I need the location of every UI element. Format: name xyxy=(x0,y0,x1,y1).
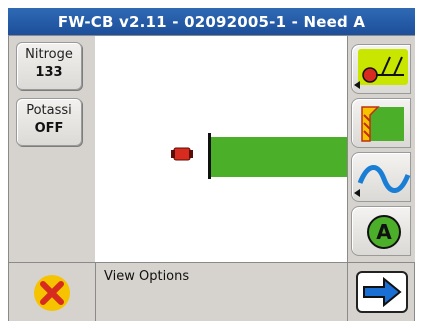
nitrogen-label: Nitroge xyxy=(25,47,73,62)
title-bar: FW-CB v2.11 - 02092005-1 - Need A xyxy=(8,8,415,35)
coverage-area xyxy=(211,137,347,177)
nitrogen-rate-button[interactable]: Nitroge 133 xyxy=(16,42,82,90)
status-text: View Options xyxy=(104,269,190,284)
a-button-icon: A xyxy=(367,215,401,249)
map-canvas xyxy=(171,133,347,179)
implement-bar xyxy=(208,133,211,179)
implement-settings-button[interactable] xyxy=(351,44,411,94)
potassium-rate-button[interactable]: Potassi OFF xyxy=(16,98,82,146)
field-boundary-button[interactable] xyxy=(351,98,411,148)
main-body: Nitroge 133 Potassi OFF A View Options xyxy=(8,35,415,321)
a-line-button[interactable]: A xyxy=(351,206,411,256)
bottom-bar: View Options xyxy=(9,262,414,321)
nitrogen-value: 133 xyxy=(35,65,63,80)
vehicle-icon xyxy=(171,147,193,161)
arrow-right-icon xyxy=(363,276,402,308)
potassium-label: Potassi xyxy=(26,103,72,118)
svg-text:A: A xyxy=(376,220,392,244)
guidance-wave-icon xyxy=(354,165,411,197)
next-area xyxy=(347,263,415,321)
field-boundary-icon xyxy=(361,106,404,142)
cancel-button[interactable] xyxy=(9,263,96,321)
map-view[interactable] xyxy=(95,36,347,262)
potassium-value: OFF xyxy=(34,121,64,136)
left-panel: Nitroge 133 Potassi OFF xyxy=(9,36,96,262)
app-frame: FW-CB v2.11 - 02092005-1 - Need A Nitrog… xyxy=(0,0,423,324)
cancel-icon xyxy=(34,275,70,311)
status-area: View Options xyxy=(96,263,347,321)
right-panel: A xyxy=(347,36,415,262)
tool-implement-icon xyxy=(354,49,408,89)
next-button[interactable] xyxy=(356,271,408,313)
guidance-button[interactable] xyxy=(351,152,411,202)
